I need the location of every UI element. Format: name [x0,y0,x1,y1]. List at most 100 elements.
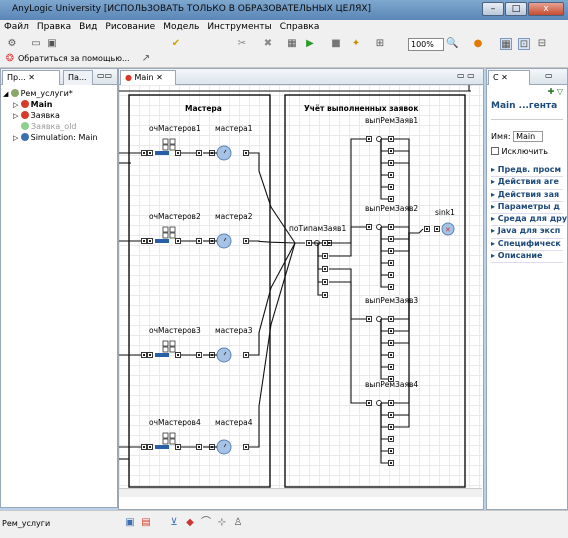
wand-icon[interactable]: ✦ [350,38,362,50]
check-icon[interactable]: ✔ [170,38,182,50]
pin-icon[interactable]: ● [472,38,484,50]
property-section[interactable]: ▸ Параметры д [491,202,563,215]
tab-properties[interactable]: С ✕ [488,70,530,85]
grid-toggle-icon[interactable]: ▦ [500,38,512,50]
close-button[interactable]: x [528,2,564,16]
menu-file[interactable]: Файл [0,20,33,32]
output-merge [394,226,419,234]
property-section[interactable]: ▸ Действия аге [491,177,563,190]
exclude-checkbox[interactable] [491,147,499,155]
output-label: выпРемЗаяв4 [365,380,418,389]
tree-item-request[interactable]: ▷ Заявка [3,111,115,122]
tree-item-request-old[interactable]: Заявка_old [3,122,115,133]
h-scrollbar[interactable] [119,488,482,497]
snap-toggle-icon[interactable]: ⊡ [518,38,530,50]
port-dot [390,286,392,288]
group-title-accounting: Учёт выполненных заявок [304,104,418,113]
properties-toolbar-icon[interactable]: ✚ ▽ [491,87,563,101]
port-dot [143,446,145,448]
connector [418,228,424,234]
port-dot [143,152,145,154]
queue-bar [155,239,169,243]
toolbar: ⚙ ▭ ▣ ✔ ✂ ✖ ▦ ▶ ■ ✦ ⊞ 100% 🔍 ● ▦ ⊡ ⊟ ❂ О… [0,36,568,68]
property-section[interactable]: ▸ Действия зая [491,190,563,202]
properties-title: Main ...гента [491,101,558,111]
status-text: Рем_услуги [2,519,51,528]
tree-item-main[interactable]: ▷ Main [3,100,115,111]
tree-item-project[interactable]: ◢ Рем_услуги* [3,89,115,100]
connector [380,227,389,264]
minimize-button[interactable]: – [482,2,504,16]
pointer-icon[interactable]: ↗ [140,53,152,65]
cut-icon[interactable]: ✂ [236,38,248,50]
select-to-output [329,268,366,320]
minimize-props-icon[interactable]: ▭ [545,71,553,80]
zoom-fit-icon[interactable]: ⊞ [374,38,386,50]
help-link[interactable]: Обратиться за помощью... [18,54,130,63]
menu-draw[interactable]: Рисование [101,20,159,32]
queue-label: очМастеров4 [149,418,201,427]
name-field[interactable]: Main [513,131,544,142]
agent-tool-icon[interactable]: ♙ [232,517,244,529]
port-dot [149,446,151,448]
property-section[interactable]: ▸ Описание [491,251,563,264]
port-dot [390,198,392,200]
build-icon[interactable]: ▦ [286,38,298,50]
problems-icon[interactable]: ▤ [140,517,152,529]
window-title: AnyLogic University [ИСПОЛЬЗОВАТЬ ТОЛЬКО… [12,4,372,14]
port-dot [177,240,179,242]
zoom-icon[interactable]: 🔍 [446,38,458,50]
port-dot [245,240,247,242]
output-merge [394,232,419,240]
delete-icon[interactable]: ✖ [262,38,274,50]
queue-storage [162,340,176,353]
save-icon[interactable]: ▣ [46,38,58,50]
tab-projects[interactable]: Пр... ✕ [2,70,60,85]
menu-edit[interactable]: Правка [33,20,75,32]
output-merge [394,232,419,252]
layers-icon[interactable]: ⊟ [536,38,548,50]
port-dot [390,174,392,176]
properties-panel: С ✕ ▭ ✚ ▽ Main ...гента Имя: Main Исключ… [486,68,568,510]
output-label: выпРемЗаяв2 [365,204,418,213]
tab-main[interactable]: ● Main ✕ [120,70,176,85]
queue-storage [162,432,176,445]
property-section[interactable]: ▸ Java для эксп [491,226,563,239]
port-dot [149,354,151,356]
port-dot [390,342,392,344]
property-section[interactable]: ▸ Среда для дру [491,214,567,227]
property-section[interactable]: ▸ Предв. просм [491,165,563,178]
connector [380,227,389,288]
port-dot [390,186,392,188]
port-dot [390,238,392,240]
menu-model[interactable]: Модель [159,20,203,32]
run-icon[interactable]: ▶ [304,38,316,50]
connect-icon[interactable]: ⌒ [200,517,212,529]
console-icon[interactable]: ▣ [124,517,136,529]
menu-help[interactable]: Справка [276,20,324,32]
connector [380,227,389,240]
palette-icon[interactable]: ◆ [184,517,196,529]
port-dot [390,150,392,152]
new-icon[interactable]: ⚙ [6,38,18,50]
maximize-view-icon[interactable]: ▭ ▭ [457,71,475,80]
port-dot [390,274,392,276]
property-section[interactable]: ▸ Специфическ [491,239,563,252]
port-dot [245,446,247,448]
align-icon[interactable]: ⊹ [216,517,228,529]
menu-tools[interactable]: Инструменты [203,20,275,32]
tree-label: Заявка [30,111,60,120]
tree-item-simulation[interactable]: ▷ Simulation: Main [3,133,115,144]
port-dot [390,438,392,440]
open-icon[interactable]: ▭ [30,38,42,50]
menu-view[interactable]: Вид [75,20,101,32]
queue-bar [155,353,169,357]
tab-palette[interactable]: Па... [63,70,93,85]
delay-label: мастера1 [215,124,253,133]
diagram-canvas[interactable]: Мастера Учёт выполненных заявок очМастеров… [119,85,482,497]
zoom-select[interactable]: 100% [408,38,444,51]
stop-icon[interactable]: ■ [330,38,342,50]
filter-icon[interactable]: ⊻ [168,517,180,529]
maximize-button[interactable]: □ [505,2,527,16]
minimize-view-icon[interactable]: ▭▭ [97,71,112,80]
